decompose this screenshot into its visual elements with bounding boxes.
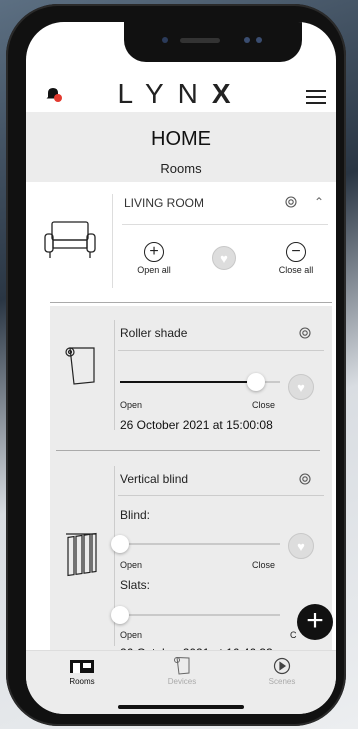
- minus-circle-icon: −: [286, 242, 306, 262]
- page-subtitle: Rooms: [160, 161, 202, 176]
- slider-knob[interactable]: [111, 535, 129, 553]
- hamburger-menu-icon[interactable]: [306, 90, 326, 104]
- camera-dot: [256, 37, 262, 43]
- slider-knob[interactable]: [111, 606, 129, 624]
- page-header: HOME Rooms: [26, 112, 336, 182]
- divider: [112, 194, 113, 288]
- room-favorite-heart-icon[interactable]: ♥: [212, 246, 236, 270]
- open-label: Open: [120, 400, 143, 410]
- device-divider: [56, 450, 320, 451]
- add-fab-button[interactable]: +: [297, 604, 333, 640]
- open-all-button[interactable]: + Open all: [130, 242, 178, 275]
- open-label: Open: [120, 560, 143, 570]
- divider: [114, 320, 115, 430]
- logo-text: LYN: [117, 78, 212, 109]
- slider-fill: [120, 381, 256, 383]
- camera-dot: [244, 37, 250, 43]
- collapse-chevron-up-icon[interactable]: ⌃: [314, 195, 324, 209]
- divider: [118, 495, 324, 496]
- notch: [124, 22, 302, 62]
- tab-scenes[interactable]: Scenes: [242, 657, 322, 686]
- page-title: HOME: [151, 128, 211, 150]
- tab-rooms[interactable]: Rooms: [42, 657, 122, 686]
- sofa-icon: [42, 218, 98, 267]
- roller-shade-icon: [64, 346, 98, 391]
- tab-label: Scenes: [268, 677, 296, 686]
- app-screen: LYNX HOME Rooms LIVING ROOM ⌃ + Open all…: [26, 22, 336, 714]
- vertical-blind-icon: [64, 532, 98, 585]
- sensor-dot: [162, 37, 168, 43]
- tab-label: Devices: [167, 677, 197, 686]
- plus-circle-icon: +: [144, 242, 164, 262]
- speaker: [180, 38, 220, 43]
- room-name: LIVING ROOM: [124, 196, 205, 210]
- logo-x: X: [211, 78, 245, 109]
- slider-knob[interactable]: [247, 373, 265, 391]
- home-indicator: [118, 705, 244, 709]
- lynx-logo: LYNX: [26, 78, 336, 110]
- slider-track: [120, 614, 280, 616]
- scenes-play-icon: [273, 657, 291, 675]
- close-label: Close: [252, 400, 276, 410]
- open-all-label: Open all: [137, 265, 171, 275]
- slats-label: Slats:: [120, 578, 151, 592]
- room-card: LIVING ROOM ⌃ + Open all ♥ − Close all: [26, 182, 336, 300]
- close-label: Close: [252, 560, 276, 570]
- section-divider: [50, 302, 332, 303]
- device-name: Vertical blind: [120, 472, 189, 486]
- close-label: C: [290, 630, 297, 640]
- device-name: Roller shade: [120, 326, 188, 340]
- divider: [122, 224, 328, 225]
- last-updated-timestamp: 26 October 2021 at 15:00:08: [120, 418, 273, 432]
- device-favorite-heart-icon[interactable]: ♥: [288, 533, 314, 559]
- close-all-label: Close all: [278, 265, 314, 275]
- device-favorite-heart-icon[interactable]: ♥: [288, 374, 314, 400]
- device-settings-gear-icon[interactable]: [298, 472, 312, 491]
- divider: [118, 350, 324, 351]
- device-list: Roller shade ♥ Open Close 26 October 202…: [50, 306, 332, 660]
- slider-track: [120, 543, 280, 545]
- open-label: Open: [120, 630, 143, 640]
- tab-label: Rooms: [69, 677, 95, 686]
- device-settings-gear-icon[interactable]: [298, 326, 312, 345]
- room-settings-gear-icon[interactable]: [284, 195, 298, 214]
- blind-label: Blind:: [120, 508, 151, 522]
- rooms-icon: [70, 660, 94, 673]
- top-bar: LYNX: [26, 72, 336, 114]
- close-all-button[interactable]: − Close all: [272, 242, 320, 275]
- devices-icon: [174, 656, 190, 675]
- tab-devices[interactable]: Devices: [142, 656, 222, 686]
- phone-frame: LYNX HOME Rooms LIVING ROOM ⌃ + Open all…: [6, 4, 346, 726]
